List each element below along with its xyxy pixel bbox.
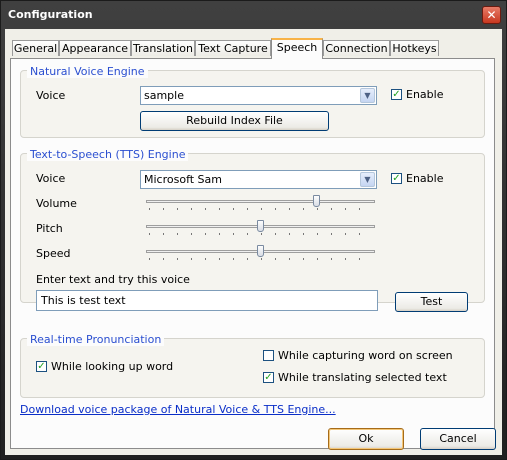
natural-voice-enable-checkbox[interactable]: ✓ bbox=[391, 89, 402, 100]
pronunciation-group-title: Real-time Pronunciation bbox=[27, 333, 165, 346]
tts-voice-label: Voice bbox=[36, 172, 66, 185]
pitch-label: Pitch bbox=[36, 222, 63, 235]
natural-voice-label: Voice bbox=[36, 89, 66, 102]
chevron-down-icon[interactable]: ▼ bbox=[360, 172, 375, 187]
tts-enable-checkbox[interactable]: ✓ bbox=[391, 173, 402, 184]
configuration-window: Configuration ✕ General Appearance Trans… bbox=[0, 0, 507, 460]
rebuild-index-button[interactable]: Rebuild Index File bbox=[140, 111, 329, 131]
natural-voice-select[interactable]: sample ▼ bbox=[140, 86, 377, 105]
test-button[interactable]: Test bbox=[395, 292, 468, 312]
tts-group-title: Text-to-Speech (TTS) Engine bbox=[27, 148, 189, 161]
checkmark-icon: ✓ bbox=[264, 372, 273, 383]
tab-connection[interactable]: Connection bbox=[323, 40, 390, 56]
speed-slider[interactable] bbox=[146, 245, 375, 261]
pitch-slider[interactable] bbox=[146, 220, 375, 236]
pitch-ticks bbox=[149, 233, 372, 235]
speed-ticks bbox=[149, 258, 372, 260]
try-voice-label: Enter text and try this voice bbox=[36, 273, 190, 286]
close-button[interactable]: ✕ bbox=[482, 6, 501, 24]
speed-thumb[interactable] bbox=[257, 245, 264, 257]
tts-voice-value: Microsoft Sam bbox=[144, 173, 222, 186]
tab-translation[interactable]: Translation bbox=[131, 40, 195, 56]
translating-label: While translating selected text bbox=[278, 371, 447, 384]
looking-up-label: While looking up word bbox=[51, 360, 174, 373]
tts-voice-select[interactable]: Microsoft Sam ▼ bbox=[140, 170, 377, 189]
checkmark-icon: ✓ bbox=[392, 89, 401, 100]
capturing-checkbox[interactable] bbox=[263, 350, 274, 361]
volume-ticks bbox=[149, 208, 372, 210]
tab-appearance[interactable]: Appearance bbox=[59, 40, 131, 56]
speed-label: Speed bbox=[36, 247, 71, 260]
pitch-thumb[interactable] bbox=[257, 220, 264, 232]
close-icon: ✕ bbox=[486, 8, 497, 22]
natural-voice-enable-label: Enable bbox=[406, 88, 444, 101]
volume-track bbox=[146, 200, 375, 203]
volume-slider[interactable] bbox=[146, 195, 375, 211]
capturing-label: While capturing word on screen bbox=[278, 349, 453, 362]
tab-hotkeys[interactable]: Hotkeys bbox=[390, 40, 439, 56]
title-bar[interactable]: Configuration ✕ bbox=[1, 1, 506, 29]
download-voice-link[interactable]: Download voice package of Natural Voice … bbox=[20, 403, 336, 416]
cancel-button[interactable]: Cancel bbox=[420, 428, 496, 450]
natural-voice-group-title: Natural Voice Engine bbox=[27, 65, 148, 78]
tts-enable-label: Enable bbox=[406, 172, 444, 185]
looking-up-checkbox[interactable]: ✓ bbox=[36, 361, 47, 372]
translating-checkbox[interactable]: ✓ bbox=[263, 372, 274, 383]
tab-speech[interactable]: Speech bbox=[271, 38, 323, 59]
try-text-field[interactable] bbox=[36, 290, 378, 311]
checkmark-icon: ✓ bbox=[37, 361, 46, 372]
ok-button[interactable]: Ok bbox=[328, 428, 404, 450]
chevron-down-icon[interactable]: ▼ bbox=[360, 88, 375, 103]
volume-label: Volume bbox=[36, 197, 77, 210]
checkmark-icon: ✓ bbox=[392, 173, 401, 184]
natural-voice-value: sample bbox=[144, 89, 184, 102]
window-title: Configuration bbox=[8, 8, 93, 21]
try-text-input[interactable] bbox=[41, 294, 361, 307]
tab-general[interactable]: General bbox=[12, 40, 59, 56]
volume-thumb[interactable] bbox=[313, 195, 320, 207]
dialog-client-area: General Appearance Translation Text Capt… bbox=[5, 29, 502, 455]
speech-tab-panel: Natural Voice Engine Voice sample ▼ ✓ En… bbox=[10, 58, 495, 449]
tab-text-capture[interactable]: Text Capture bbox=[195, 40, 271, 56]
